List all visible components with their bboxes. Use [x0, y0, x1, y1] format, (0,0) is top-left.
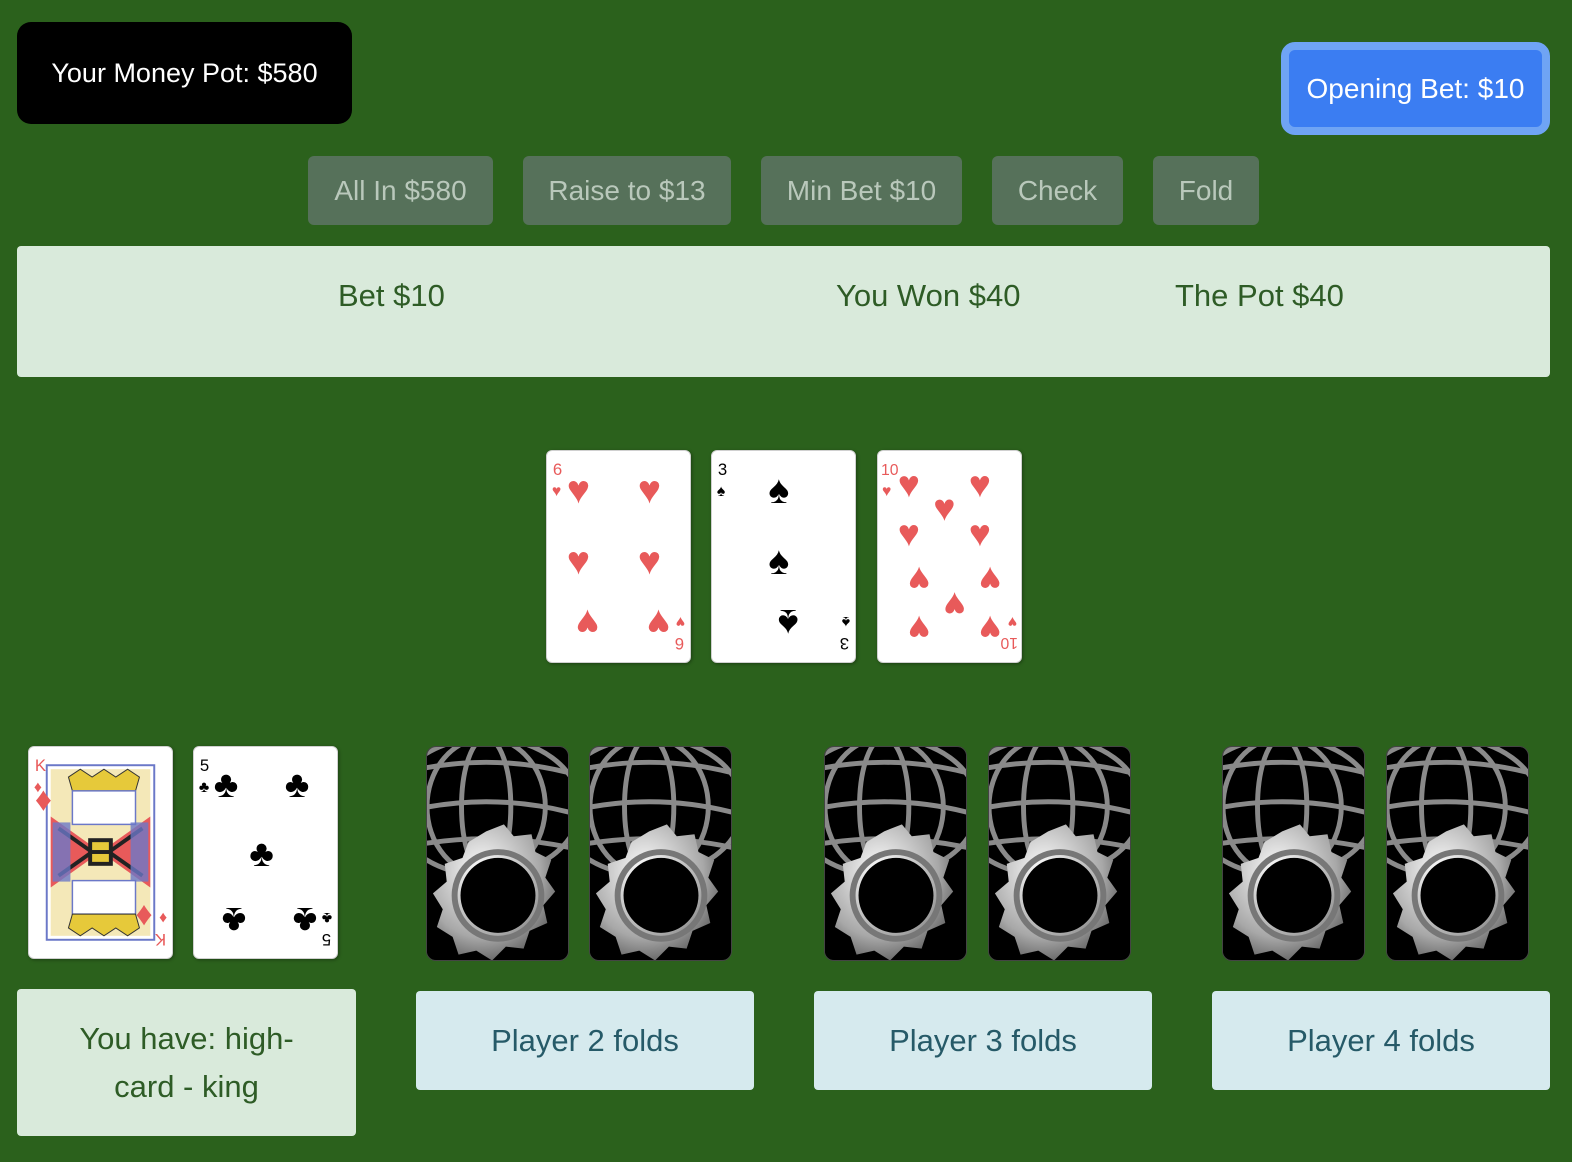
svg-text:6: 6 [553, 460, 562, 479]
player-4-status: Player 4 folds [1212, 991, 1550, 1090]
svg-text:♥: ♥ [567, 539, 590, 583]
svg-text:♥: ♥ [898, 512, 920, 554]
raise-button[interactable]: Raise to $13 [523, 156, 731, 225]
svg-text:♥: ♥ [552, 483, 561, 500]
community-card-10-hearts: 10 ♥ ♥ ♥ ♥ ♥ ♥ ♥ ♥ ♥ ♥ ♥ 10 ♥ [877, 450, 1022, 663]
svg-text:♥: ♥ [898, 463, 920, 505]
money-pot-display: Your Money Pot: $580 [17, 22, 352, 124]
player-2-status: Player 2 folds [416, 991, 754, 1090]
svg-text:♥: ♥ [567, 468, 590, 512]
svg-text:♣: ♣ [249, 832, 274, 874]
card-back-icon [427, 747, 568, 960]
svg-text:♣: ♣ [285, 763, 310, 805]
svg-text:♠: ♠ [717, 483, 725, 500]
your-card-king-diamonds: K ♦ ♦ ♦ K ♦ [28, 746, 173, 959]
player-4-card-back-2 [1386, 746, 1529, 961]
opening-bet-button[interactable]: Opening Bet: $10 [1281, 42, 1550, 135]
svg-text:♦: ♦ [136, 896, 153, 933]
svg-text:♠: ♠ [768, 468, 789, 512]
svg-text:♥: ♥ [979, 608, 1001, 650]
card-back-icon [825, 747, 966, 960]
svg-text:♥: ♥ [638, 468, 661, 512]
svg-text:♥: ♥ [576, 601, 599, 645]
player-2-card-back-2 [589, 746, 732, 961]
pot-status: The Pot $40 [1175, 278, 1344, 313]
card-back-icon [590, 747, 731, 960]
svg-text:6: 6 [675, 634, 684, 653]
svg-text:♣: ♣ [199, 779, 209, 796]
card-back-icon [1387, 747, 1528, 960]
svg-text:♥: ♥ [969, 463, 991, 505]
svg-text:10: 10 [1000, 634, 1018, 651]
fold-button[interactable]: Fold [1153, 156, 1259, 225]
svg-text:♥: ♥ [1008, 613, 1017, 630]
svg-text:♥: ♥ [882, 483, 891, 500]
all-in-button[interactable]: All In $580 [308, 156, 493, 225]
svg-text:10: 10 [881, 462, 899, 479]
svg-text:♥: ♥ [676, 613, 685, 630]
svg-text:♦: ♦ [35, 782, 52, 819]
svg-text:♥: ♥ [647, 601, 670, 645]
min-bet-button[interactable]: Min Bet $10 [761, 156, 962, 225]
player-4-card-back-1 [1222, 746, 1365, 961]
svg-text:3: 3 [718, 460, 727, 479]
svg-text:♥: ♥ [908, 608, 930, 650]
svg-text:♣: ♣ [222, 900, 247, 942]
bet-status: Bet $10 [338, 278, 445, 313]
svg-text:5: 5 [322, 930, 331, 949]
svg-text:♠: ♠ [778, 601, 799, 645]
svg-text:♣: ♣ [322, 909, 332, 926]
won-status: You Won $40 [836, 278, 1021, 313]
your-card-5-clubs: 5 ♣ ♣ ♣ ♣ ♣ ♣ 5 ♣ [193, 746, 338, 959]
svg-text:K: K [155, 930, 166, 949]
svg-text:♥: ♥ [933, 487, 955, 529]
svg-text:♥: ♥ [944, 584, 966, 626]
check-button[interactable]: Check [992, 156, 1123, 225]
community-card-6-hearts: 6 ♥ ♥ ♥ ♥ ♥ ♥ ♥ 6 ♥ [546, 450, 691, 663]
svg-text:3: 3 [840, 634, 849, 653]
svg-text:♠: ♠ [768, 539, 789, 583]
svg-text:♥: ♥ [908, 559, 930, 601]
community-card-3-spades: 3 ♠ ♠ ♠ ♠ 3 ♠ [711, 450, 856, 663]
svg-text:♣: ♣ [214, 763, 239, 805]
card-back-icon [1223, 747, 1364, 960]
svg-text:K: K [35, 756, 46, 775]
svg-text:♣: ♣ [293, 900, 318, 942]
player-3-card-back-1 [824, 746, 967, 961]
player-3-card-back-2 [988, 746, 1131, 961]
svg-text:♦: ♦ [159, 909, 167, 926]
player-3-status: Player 3 folds [814, 991, 1152, 1090]
your-hand-status: You have: high-card - king [17, 989, 356, 1136]
svg-text:5: 5 [200, 756, 209, 775]
svg-text:♥: ♥ [638, 539, 661, 583]
player-2-card-back-1 [426, 746, 569, 961]
svg-text:♠: ♠ [842, 613, 850, 630]
svg-text:♥: ♥ [969, 512, 991, 554]
svg-text:♥: ♥ [979, 559, 1001, 601]
card-back-icon [989, 747, 1130, 960]
